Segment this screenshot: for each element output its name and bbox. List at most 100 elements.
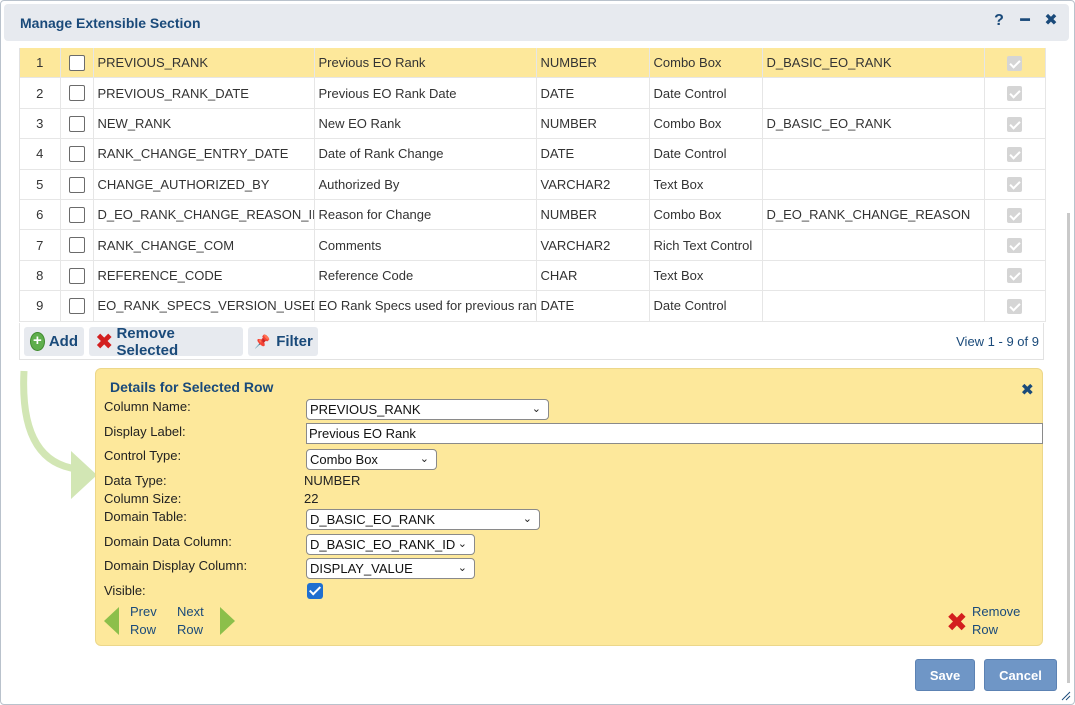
- control-type-cell: Date Control: [649, 77, 763, 109]
- domain-table-cell: D_BASIC_EO_RANK: [762, 48, 985, 79]
- save-button[interactable]: Save: [915, 659, 975, 691]
- display-label-cell: Authorized By: [314, 169, 537, 200]
- details-title: Details for Selected Row: [110, 379, 274, 395]
- table-row[interactable]: 7 RANK_CHANGE_COM Comments VARCHAR2 Rich Tex…: [20, 229, 1046, 261]
- visible-check-icon: [1007, 177, 1022, 193]
- control-type-cell: Date Control: [649, 138, 763, 170]
- prev-label-1: Prev: [130, 604, 157, 619]
- remove-row-icon[interactable]: ✖: [946, 609, 968, 635]
- control-type-cell: Rich Text Control: [649, 229, 763, 261]
- row-number: 8: [20, 260, 61, 292]
- visible-cell: [984, 260, 1046, 292]
- domain-data-column-select[interactable]: D_BASIC_EO_RANK_ID ⌄: [306, 534, 475, 555]
- prev-arrow-icon[interactable]: [104, 607, 119, 635]
- next-label-2: Row: [177, 622, 204, 637]
- domain-table-value: D_BASIC_EO_RANK: [310, 512, 435, 527]
- display-label-label: Display Label:: [104, 424, 186, 439]
- visible-cell: [984, 77, 1046, 109]
- table-row[interactable]: 4 RANK_CHANGE_ENTRY_DATE Date of Rank Chan…: [20, 138, 1046, 170]
- visible-cell: [984, 108, 1046, 140]
- visible-check-icon: [1007, 238, 1022, 254]
- domain-display-column-value: DISPLAY_VALUE: [310, 561, 413, 576]
- row-select-checkbox[interactable]: [60, 77, 94, 109]
- control-type-cell: Combo Box: [649, 108, 763, 140]
- dialog-title: Manage Extensible Section: [20, 15, 201, 31]
- close-icon[interactable]: ✖: [1043, 13, 1059, 29]
- row-number: 3: [20, 108, 61, 140]
- column-name-cell: REFERENCE_CODE: [93, 260, 315, 292]
- next-arrow-icon[interactable]: [220, 607, 235, 635]
- column-name-select[interactable]: PREVIOUS_RANK ⌄: [306, 399, 549, 420]
- next-row-link[interactable]: Next Row: [177, 603, 204, 639]
- table-row[interactable]: 3 NEW_RANK New EO Rank NUMBER Combo Box D_BAS…: [20, 108, 1046, 140]
- filter-button[interactable]: 📌 Filter: [248, 327, 318, 356]
- row-select-checkbox[interactable]: [60, 108, 94, 140]
- remove-selected-button[interactable]: ✖ Remove Selected: [89, 325, 243, 359]
- domain-table-cell: [762, 290, 985, 322]
- control-type-select[interactable]: Combo Box ⌄: [306, 449, 437, 470]
- row-checkbox[interactable]: [68, 298, 85, 315]
- row-checkbox[interactable]: [68, 237, 85, 254]
- minimize-icon[interactable]: ━: [1017, 13, 1033, 29]
- table-row[interactable]: 9 EO_RANK_SPECS_VERSION_USED EO Rank Specs…: [20, 290, 1046, 322]
- domain-display-column-label: Domain Display Column:: [104, 558, 248, 573]
- table-row[interactable]: 1 PREVIOUS_RANK Previous EO Rank NUMBER Comb…: [20, 48, 1046, 79]
- column-name-value: PREVIOUS_RANK: [310, 402, 421, 417]
- row-select-checkbox[interactable]: [60, 290, 94, 322]
- row-checkbox[interactable]: [68, 54, 85, 71]
- domain-table-select[interactable]: D_BASIC_EO_RANK ⌄: [306, 509, 540, 530]
- domain-table-cell: [762, 260, 985, 292]
- row-select-checkbox[interactable]: [60, 199, 94, 231]
- row-number: 5: [20, 169, 61, 200]
- visible-check-icon: [1007, 298, 1022, 314]
- table-row[interactable]: 6 D_EO_RANK_CHANGE_REASON_ID Reason for Ch…: [20, 199, 1046, 231]
- add-button[interactable]: + Add: [24, 327, 84, 356]
- row-checkbox[interactable]: [68, 115, 85, 132]
- row-checkbox[interactable]: [68, 85, 85, 102]
- details-close-icon[interactable]: ✖: [1021, 380, 1034, 400]
- domain-table-cell: [762, 229, 985, 261]
- column-name-cell: NEW_RANK: [93, 108, 315, 140]
- row-checkbox[interactable]: [68, 206, 85, 223]
- display-label-cell: EO Rank Specs used for previous rank: [314, 290, 537, 322]
- resize-handle-icon[interactable]: [1059, 689, 1071, 701]
- row-select-checkbox[interactable]: [60, 229, 94, 261]
- data-type-value: NUMBER: [304, 473, 361, 488]
- visible-cell: [984, 290, 1046, 322]
- table-row[interactable]: 5 CHANGE_AUTHORIZED_BY Authorized By VARCHA…: [20, 169, 1046, 200]
- display-label-value: Previous EO Rank: [309, 426, 416, 441]
- remove-row-link[interactable]: Remove Row: [972, 603, 1020, 639]
- column-size-label: Column Size:: [104, 491, 182, 506]
- table-row[interactable]: 2 PREVIOUS_RANK_DATE Previous EO Rank Date…: [20, 77, 1046, 109]
- cancel-button[interactable]: Cancel: [984, 659, 1057, 691]
- display-label-input[interactable]: Previous EO Rank: [306, 423, 1043, 444]
- domain-data-column-label: Domain Data Column:: [104, 534, 232, 549]
- curved-arrow-icon: [20, 370, 97, 499]
- row-select-checkbox[interactable]: [60, 260, 94, 292]
- help-icon[interactable]: ?: [991, 13, 1007, 29]
- dialog-titlebar: Manage Extensible Section ? ━ ✖: [4, 4, 1069, 41]
- display-label-cell: Date of Rank Change: [314, 138, 537, 170]
- vertical-scrollbar[interactable]: [1067, 213, 1070, 683]
- domain-display-column-select[interactable]: DISPLAY_VALUE ⌄: [306, 558, 475, 579]
- prev-row-link[interactable]: Prev Row: [130, 603, 157, 639]
- row-checkbox[interactable]: [68, 176, 85, 193]
- row-checkbox[interactable]: [68, 146, 85, 163]
- add-label: Add: [48, 333, 78, 350]
- columns-grid: 1 PREVIOUS_RANK Previous EO Rank NUMBER Comb…: [19, 48, 1046, 322]
- row-checkbox[interactable]: [68, 267, 85, 284]
- remove-icon: ✖: [95, 328, 114, 354]
- data-type-cell: NUMBER: [536, 199, 650, 231]
- next-label-1: Next: [177, 604, 204, 619]
- visible-checkbox[interactable]: [307, 583, 323, 599]
- visible-cell: [984, 169, 1046, 200]
- grid-toolbar: + Add ✖ Remove Selected 📌 Filter View 1 …: [19, 323, 1044, 360]
- row-select-checkbox[interactable]: [60, 48, 94, 79]
- column-name-cell: PREVIOUS_RANK: [93, 48, 315, 79]
- row-select-checkbox[interactable]: [60, 169, 94, 200]
- row-select-checkbox[interactable]: [60, 138, 94, 170]
- display-label-cell: Reason for Change: [314, 199, 537, 231]
- domain-table-cell: [762, 138, 985, 170]
- table-row[interactable]: 8 REFERENCE_CODE Reference Code CHAR Text Bo…: [20, 260, 1046, 292]
- visible-cell: [984, 138, 1046, 170]
